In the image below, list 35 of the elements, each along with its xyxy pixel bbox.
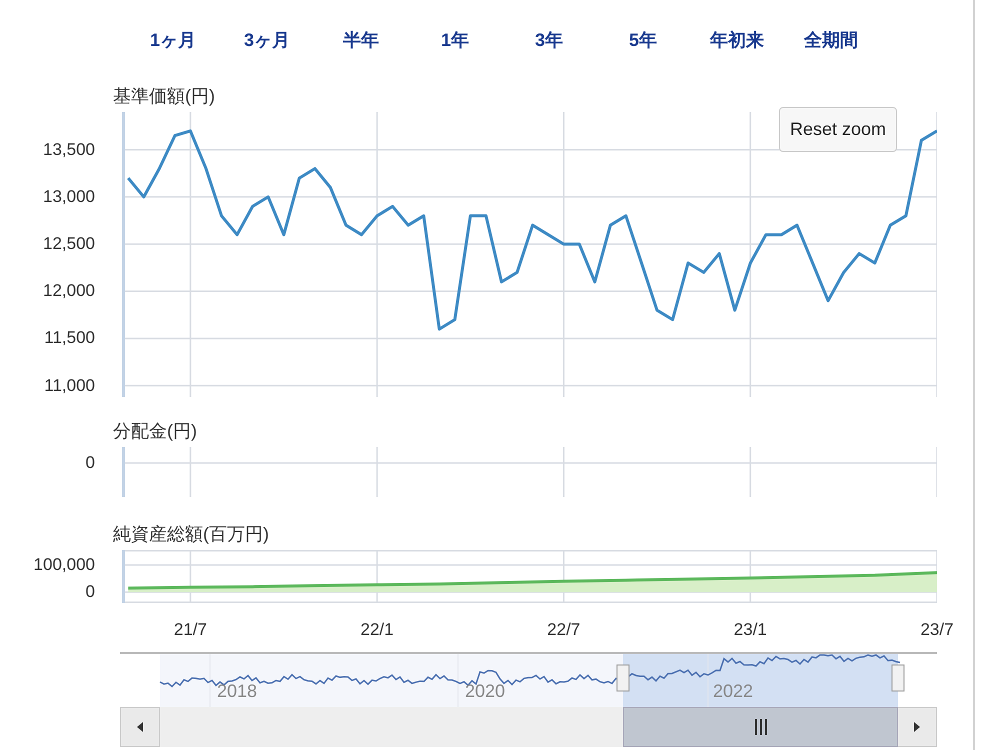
axis-label: 11,000 bbox=[44, 376, 95, 396]
year-label: 2022 bbox=[713, 681, 754, 702]
axis-label: 22/1 bbox=[360, 620, 394, 640]
scroll-left-button[interactable] bbox=[120, 707, 160, 747]
grip-icon bbox=[754, 719, 768, 735]
range-tab[interactable]: 年初来 bbox=[690, 28, 784, 52]
scrollbar-thumb[interactable] bbox=[623, 707, 898, 747]
reset-zoom-button[interactable]: Reset zoom bbox=[779, 107, 898, 152]
left-arrow-icon bbox=[136, 722, 144, 732]
axis-label: 22/7 bbox=[547, 620, 580, 640]
range-tab[interactable]: 5年 bbox=[596, 28, 690, 52]
axis-label: 13,000 bbox=[43, 186, 95, 207]
axis-label: 0 bbox=[86, 453, 95, 473]
axis-label: 13,500 bbox=[43, 140, 95, 160]
chart-title: 純資産総額(百万円) bbox=[113, 523, 269, 546]
axis-label: 23/1 bbox=[734, 620, 767, 640]
axis-label: 12,000 bbox=[43, 281, 95, 302]
axis-label: 100,000 bbox=[34, 554, 95, 575]
chart-title: 分配金(円) bbox=[113, 420, 197, 443]
range-tab[interactable]: 1ヶ月 bbox=[126, 28, 220, 52]
chart-title: 基準価額(円) bbox=[113, 85, 215, 108]
axis-label: 11,500 bbox=[44, 328, 95, 348]
right-arrow-icon bbox=[913, 722, 921, 732]
axis-label: 12,500 bbox=[43, 234, 95, 254]
year-label: 2020 bbox=[465, 681, 506, 702]
axis-label: 0 bbox=[86, 582, 95, 602]
scroll-right-button[interactable] bbox=[897, 707, 937, 747]
axis-label: 23/7 bbox=[920, 620, 954, 640]
range-tab[interactable]: 半年 bbox=[314, 28, 408, 52]
axis-label: 21/7 bbox=[174, 620, 207, 640]
range-tab[interactable]: 1年 bbox=[408, 28, 502, 52]
range-tab[interactable]: 全期間 bbox=[784, 28, 878, 52]
range-tab[interactable]: 3年 bbox=[502, 28, 596, 52]
range-tab[interactable]: 3ヶ月 bbox=[220, 28, 314, 52]
year-label: 2018 bbox=[217, 681, 258, 702]
